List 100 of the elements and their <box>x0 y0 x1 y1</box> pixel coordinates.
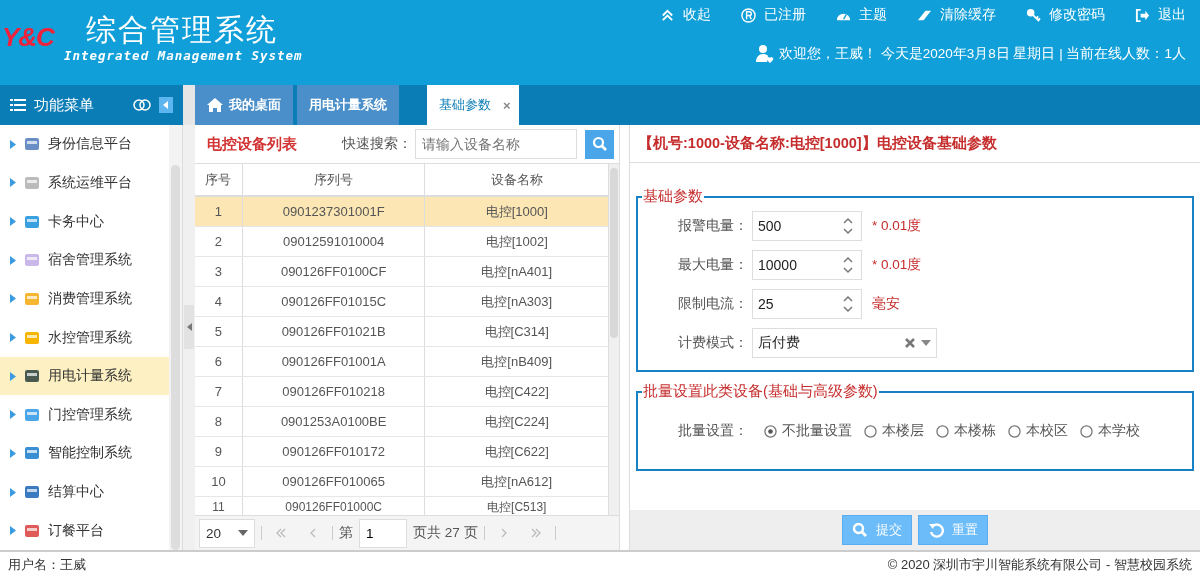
table-cell: 10 <box>195 467 243 496</box>
spinner-arrows-icon[interactable] <box>843 255 853 274</box>
search-icon <box>591 136 608 152</box>
sidebar-item[interactable]: 水控管理系统 <box>0 318 170 357</box>
radio-option[interactable]: 不批量设置 <box>764 422 852 440</box>
clear-icon[interactable] <box>905 337 915 348</box>
caret-icon <box>10 139 16 149</box>
key-icon <box>1026 7 1041 23</box>
app-icon <box>24 368 40 385</box>
table-row[interactable]: 4 090126FF01015C 电控[nA303] <box>195 287 609 317</box>
table-row[interactable]: 8 0901253A0100BE 电控[C224] <box>195 407 609 437</box>
spinner-arrows-icon[interactable] <box>843 216 853 235</box>
home-icon <box>207 98 223 112</box>
page-count-text: 页共 27 页 <box>413 524 478 542</box>
app-icon <box>24 522 40 539</box>
caret-icon <box>10 526 16 536</box>
caret-icon <box>10 294 16 304</box>
billing-select[interactable]: 后付费 <box>752 327 937 358</box>
user-icon <box>754 44 775 64</box>
table-row[interactable]: 7 090126FF010218 电控[C422] <box>195 377 609 407</box>
search-button[interactable] <box>585 129 614 159</box>
sidebar-item[interactable]: 智能控制系统 <box>0 434 170 473</box>
table-row[interactable]: 3 090126FF0100CF 电控[nA401] <box>195 257 609 287</box>
sidebar-item[interactable]: 宿舍管理系统 <box>0 240 170 280</box>
radio-button[interactable] <box>864 424 877 438</box>
table-cell: 090126FF010172 <box>242 437 426 466</box>
app-icon <box>24 252 40 269</box>
table-row[interactable]: 6 090126FF01001A 电控[nB409] <box>195 347 609 377</box>
toggle-icon[interactable] <box>133 99 151 111</box>
field-label: 最大电量： <box>678 255 749 274</box>
app-icon <box>24 290 40 307</box>
app-icon <box>24 445 40 462</box>
table-cell: 090126FF01001A <box>242 347 426 376</box>
first-page-icon <box>275 527 287 539</box>
table-row[interactable]: 1 0901237301001F 电控[1000] <box>195 197 609 227</box>
scrollbar[interactable] <box>171 165 180 550</box>
page-field[interactable]: 1 <box>359 518 407 548</box>
menu-icon <box>10 98 26 112</box>
number-field[interactable]: 500 <box>752 210 862 241</box>
splitter-handle[interactable] <box>184 305 194 349</box>
number-field[interactable]: 25 <box>752 288 862 319</box>
caret-icon <box>10 255 16 265</box>
sidebar-item[interactable]: 卡务中心 <box>0 202 170 241</box>
field-label: 批量设置： <box>678 422 749 440</box>
group-legend: 基础参数 <box>642 187 704 206</box>
sidebar-item[interactable]: 系统运维平台 <box>0 163 170 203</box>
radio-option[interactable]: 本学校 <box>1080 422 1140 440</box>
radio-button[interactable] <box>764 424 777 438</box>
page-label: 第 <box>339 524 353 542</box>
radio-option[interactable]: 本校区 <box>1008 422 1068 440</box>
table-row[interactable]: 2 09012591010004 电控[1002] <box>195 227 609 257</box>
search-icon <box>852 522 868 538</box>
radio-button[interactable] <box>1080 424 1093 438</box>
search-label: 快速搜索： <box>342 135 413 153</box>
detail-title: 【机号:1000-设备名称:电控[1000]】电控设备基础参数 <box>630 125 1200 163</box>
table-cell: 6 <box>195 347 243 376</box>
column-header[interactable]: 序列号 <box>242 164 426 195</box>
number-field[interactable]: 10000 <box>752 249 862 280</box>
list-title: 电控设备列表 <box>207 134 298 154</box>
collapse-icon[interactable] <box>159 97 173 113</box>
table-cell: 7 <box>195 377 243 406</box>
sidebar-item[interactable]: 用电计量系统 <box>0 356 170 396</box>
caret-icon <box>10 333 16 342</box>
table-row[interactable]: 10 090126FF010065 电控[nA612] <box>195 467 609 497</box>
sidebar-item[interactable]: 消费管理系统 <box>0 279 170 319</box>
page-size-select[interactable]: 20 <box>199 518 255 548</box>
column-header[interactable]: 序号 <box>195 164 243 195</box>
username-text: 用户名：王威 <box>8 556 86 574</box>
app-icon <box>24 484 40 501</box>
table-cell: 090126FF0100CF <box>242 257 426 286</box>
caret-icon <box>10 371 16 381</box>
chevron-up-icon <box>660 7 675 23</box>
radio-option[interactable]: 本楼层 <box>864 422 924 440</box>
caret-icon <box>10 487 16 497</box>
field-label: 报警电量： <box>678 216 749 235</box>
table-cell: 9 <box>195 437 243 466</box>
table-cell: 1 <box>195 197 243 226</box>
logo: Y&C <box>2 22 54 53</box>
sidebar-item[interactable]: 结算中心 <box>0 472 170 512</box>
table-row[interactable]: 9 090126FF010172 电控[C622] <box>195 437 609 467</box>
radio-button[interactable] <box>936 424 949 438</box>
app-icon <box>24 136 40 153</box>
radio-option[interactable]: 本楼栋 <box>936 422 996 440</box>
spinner-arrows-icon[interactable] <box>843 294 853 313</box>
close-icon[interactable]: × <box>503 97 511 113</box>
caret-icon <box>10 448 16 458</box>
table-row[interactable]: 5 090126FF01021B 电控[C314] <box>195 317 609 347</box>
table-cell: 4 <box>195 287 243 316</box>
table-cell: 8 <box>195 407 243 436</box>
scrollbar[interactable] <box>610 168 618 338</box>
sidebar-item[interactable]: 订餐平台 <box>0 511 170 551</box>
caret-icon <box>10 410 16 420</box>
tab[interactable]: 基础参数 × <box>427 85 519 125</box>
search-field[interactable]: 请输入设备名称 <box>415 129 577 159</box>
radio-button[interactable] <box>1008 424 1021 438</box>
table-cell: 5 <box>195 317 243 346</box>
sidebar-item[interactable]: 门控管理系统 <box>0 395 170 435</box>
sidebar-item[interactable]: 身份信息平台 <box>0 125 170 164</box>
app-icon <box>24 329 40 346</box>
table-cell: 090126FF01015C <box>242 287 426 316</box>
